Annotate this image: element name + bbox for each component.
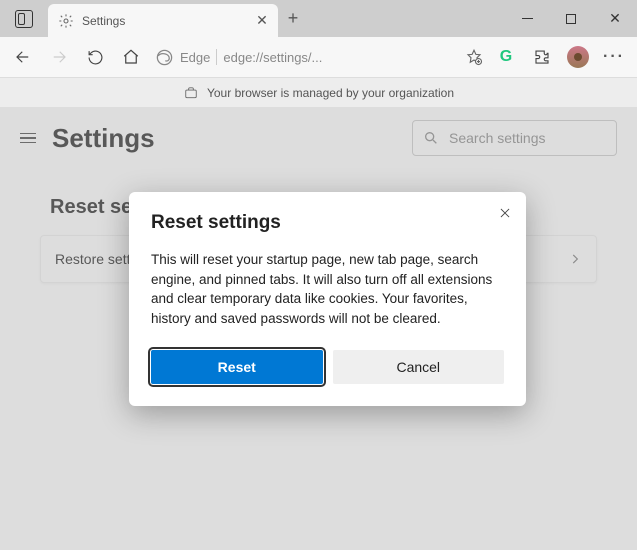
dialog-close-button[interactable] (498, 206, 512, 220)
dialog-title: Reset settings (151, 212, 504, 234)
back-button[interactable] (6, 40, 40, 74)
edge-logo-icon (154, 47, 174, 67)
cancel-button[interactable]: Cancel (333, 350, 505, 384)
profile-avatar[interactable] (561, 40, 595, 74)
managed-banner: Your browser is managed by your organiza… (0, 78, 637, 108)
reset-button[interactable]: Reset (151, 350, 323, 384)
browser-toolbar: Edge edge://settings/... G ··· (0, 37, 637, 78)
address-url: edge://settings/... (223, 50, 459, 65)
briefcase-icon (183, 86, 199, 100)
new-tab-button[interactable]: + (278, 8, 308, 29)
browser-tab[interactable]: Settings ✕ (48, 4, 278, 37)
tab-title: Settings (82, 14, 246, 28)
more-menu-button[interactable]: ··· (597, 40, 631, 74)
refresh-button[interactable] (78, 40, 112, 74)
managed-text: Your browser is managed by your organiza… (207, 86, 454, 100)
favorite-icon[interactable] (465, 48, 483, 66)
title-bar: Settings ✕ + ✕ (0, 0, 637, 37)
forward-button[interactable] (42, 40, 76, 74)
tabs-overview-button[interactable] (0, 0, 48, 37)
address-bar[interactable]: Edge edge://settings/... (150, 42, 487, 72)
reset-settings-dialog: Reset settings This will reset your star… (129, 192, 526, 406)
extensions-button[interactable] (525, 40, 559, 74)
dialog-body: This will reset your startup page, new t… (151, 250, 504, 328)
maximize-button[interactable] (549, 0, 593, 37)
home-button[interactable] (114, 40, 148, 74)
close-window-button[interactable]: ✕ (593, 0, 637, 37)
gear-icon (58, 13, 74, 29)
address-brand: Edge (180, 50, 210, 65)
close-tab-icon[interactable]: ✕ (254, 12, 270, 29)
minimize-button[interactable] (505, 0, 549, 37)
grammarly-icon[interactable]: G (489, 40, 523, 74)
